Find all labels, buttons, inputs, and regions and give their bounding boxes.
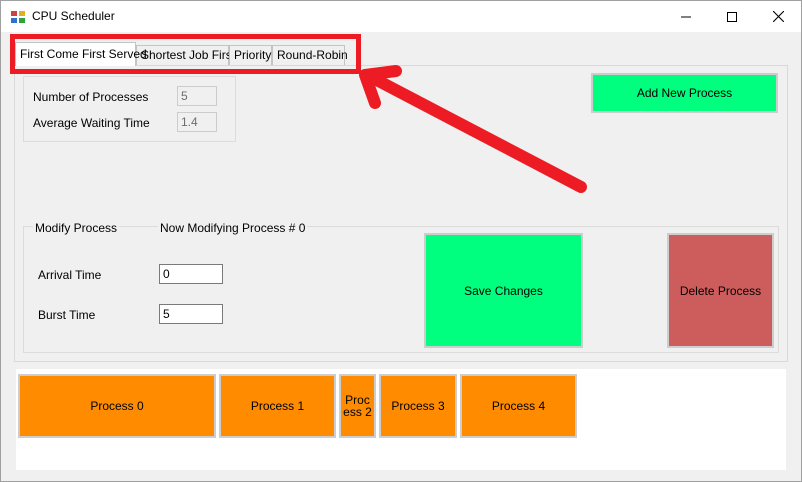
minimize-button[interactable] bbox=[663, 1, 709, 32]
burst-time-label: Burst Time bbox=[38, 308, 96, 322]
app-icon bbox=[11, 11, 25, 23]
window-title: CPU Scheduler bbox=[32, 9, 115, 23]
process-block[interactable]: Proc ess 2 bbox=[339, 374, 376, 438]
delete-process-button[interactable]: Delete Process bbox=[667, 233, 774, 348]
process-block[interactable]: Process 0 bbox=[18, 374, 216, 438]
process-block[interactable]: Process 1 bbox=[219, 374, 336, 438]
arrival-time-input[interactable]: 0 bbox=[159, 264, 223, 284]
process-block[interactable]: Process 4 bbox=[460, 374, 577, 438]
save-changes-button[interactable]: Save Changes bbox=[424, 233, 583, 348]
close-button[interactable] bbox=[755, 1, 801, 32]
maximize-icon bbox=[727, 11, 737, 22]
process-block[interactable]: Process 3 bbox=[379, 374, 457, 438]
stats-group: Number of Processes 5 Average Waiting Ti… bbox=[23, 76, 236, 142]
main-window: CPU Scheduler First Come First Served Sh… bbox=[0, 0, 802, 482]
minimize-icon bbox=[681, 16, 691, 17]
process-timeline: Process 0 Process 1 Proc ess 2 Process 3… bbox=[16, 369, 786, 470]
title-bar[interactable]: CPU Scheduler bbox=[1, 1, 801, 32]
add-process-button[interactable]: Add New Process bbox=[591, 73, 778, 113]
modify-process-group: Modify Process Now Modifying Process # 0… bbox=[23, 221, 779, 353]
annotation-arrow-icon bbox=[359, 65, 587, 193]
now-modifying-label: Now Modifying Process # 0 bbox=[158, 221, 308, 235]
modify-process-title: Modify Process bbox=[33, 221, 120, 235]
burst-time-input[interactable]: 5 bbox=[159, 304, 223, 324]
arrival-time-label: Arrival Time bbox=[38, 268, 102, 282]
avg-wait-field[interactable]: 1.4 bbox=[177, 112, 217, 132]
num-processes-field[interactable]: 5 bbox=[177, 86, 217, 106]
maximize-button[interactable] bbox=[709, 1, 755, 32]
avg-wait-label: Average Waiting Time bbox=[33, 116, 150, 130]
close-icon bbox=[772, 11, 784, 22]
num-processes-label: Number of Processes bbox=[33, 90, 149, 104]
tabs-highlight-box bbox=[10, 34, 361, 74]
